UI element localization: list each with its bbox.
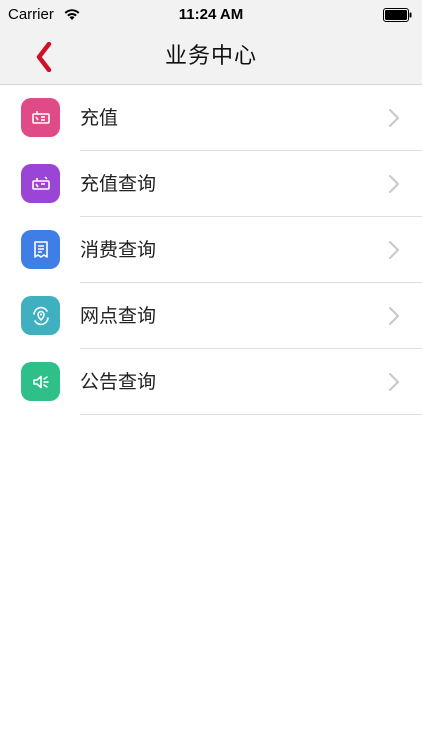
location-icon	[21, 296, 60, 335]
screen: Carrier 11:24 AM 业务中心 充值 充值查询 消费查询 网点查询 …	[0, 0, 422, 750]
chevron-right-icon	[389, 109, 399, 127]
receipt-icon	[21, 230, 60, 269]
clock: 11:24 AM	[178, 6, 244, 23]
chevron-left-icon	[36, 42, 52, 72]
list-item-label: 网点查询	[80, 305, 157, 327]
chevron-right-icon	[389, 373, 399, 391]
menu-list: 充值 充值查询 消费查询 网点查询 公告查询	[0, 85, 422, 415]
speaker-icon	[21, 362, 60, 401]
battery-icon	[383, 8, 412, 22]
recharge-query-icon	[21, 164, 60, 203]
page-title: 业务中心	[164, 44, 257, 69]
list-item-label: 充值查询	[80, 173, 157, 195]
list-item-notice-query[interactable]: 公告查询	[0, 349, 422, 415]
chevron-right-icon	[389, 241, 399, 259]
list-item-label: 公告查询	[80, 371, 157, 393]
nav-bar: 业务中心	[0, 30, 422, 85]
status-bar: Carrier 11:24 AM	[0, 0, 422, 30]
list-item-recharge-query[interactable]: 充值查询	[0, 151, 422, 217]
recharge-icon	[21, 98, 60, 137]
divider	[80, 414, 422, 415]
list-item-recharge[interactable]: 充值	[0, 85, 422, 151]
back-button[interactable]	[28, 37, 60, 77]
list-item-outlet-query[interactable]: 网点查询	[0, 283, 422, 349]
chevron-right-icon	[389, 307, 399, 325]
chevron-right-icon	[389, 175, 399, 193]
list-item-label: 充值	[80, 107, 119, 129]
list-item-consumption-query[interactable]: 消费查询	[0, 217, 422, 283]
list-item-label: 消费查询	[80, 239, 157, 261]
